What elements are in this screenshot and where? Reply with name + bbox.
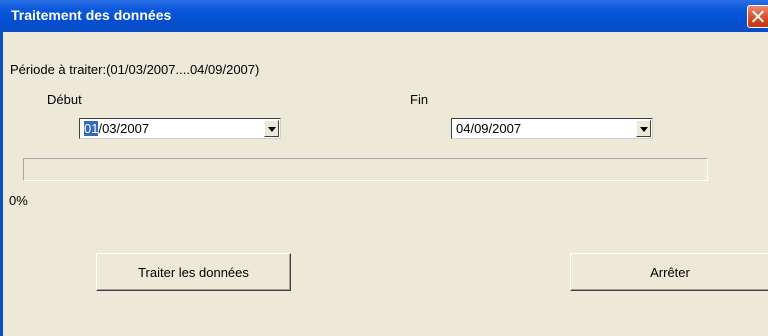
start-date-combo[interactable]: 01/03/2007 <box>79 118 281 139</box>
start-date-rest: /03/2007 <box>98 121 150 136</box>
progress-bar <box>23 158 708 181</box>
progress-percent: 0% <box>9 193 28 208</box>
window-title: Traitement des données <box>11 7 172 23</box>
title-bar[interactable]: Traitement des données <box>0 0 768 32</box>
end-date-combo[interactable]: 04/09/2007 <box>451 118 653 139</box>
dialog-window: Traitement des données Période à traiter… <box>0 0 768 336</box>
start-date-value: 01/03/2007 <box>84 121 149 136</box>
start-date-label: Début <box>47 92 82 107</box>
end-date-label: Fin <box>410 92 429 107</box>
process-data-button[interactable]: Traiter les données <box>96 253 291 291</box>
start-date-selected-part: 01 <box>84 121 99 136</box>
stop-button[interactable]: Arrêter <box>570 253 768 291</box>
close-icon[interactable] <box>747 5 768 28</box>
chevron-down-icon[interactable] <box>636 120 651 137</box>
window-frame-left <box>0 32 3 336</box>
chevron-down-icon[interactable] <box>264 120 279 137</box>
end-date-value: 04/09/2007 <box>456 121 522 136</box>
period-label: Période à traiter:(01/03/2007....04/09/2… <box>10 62 260 77</box>
